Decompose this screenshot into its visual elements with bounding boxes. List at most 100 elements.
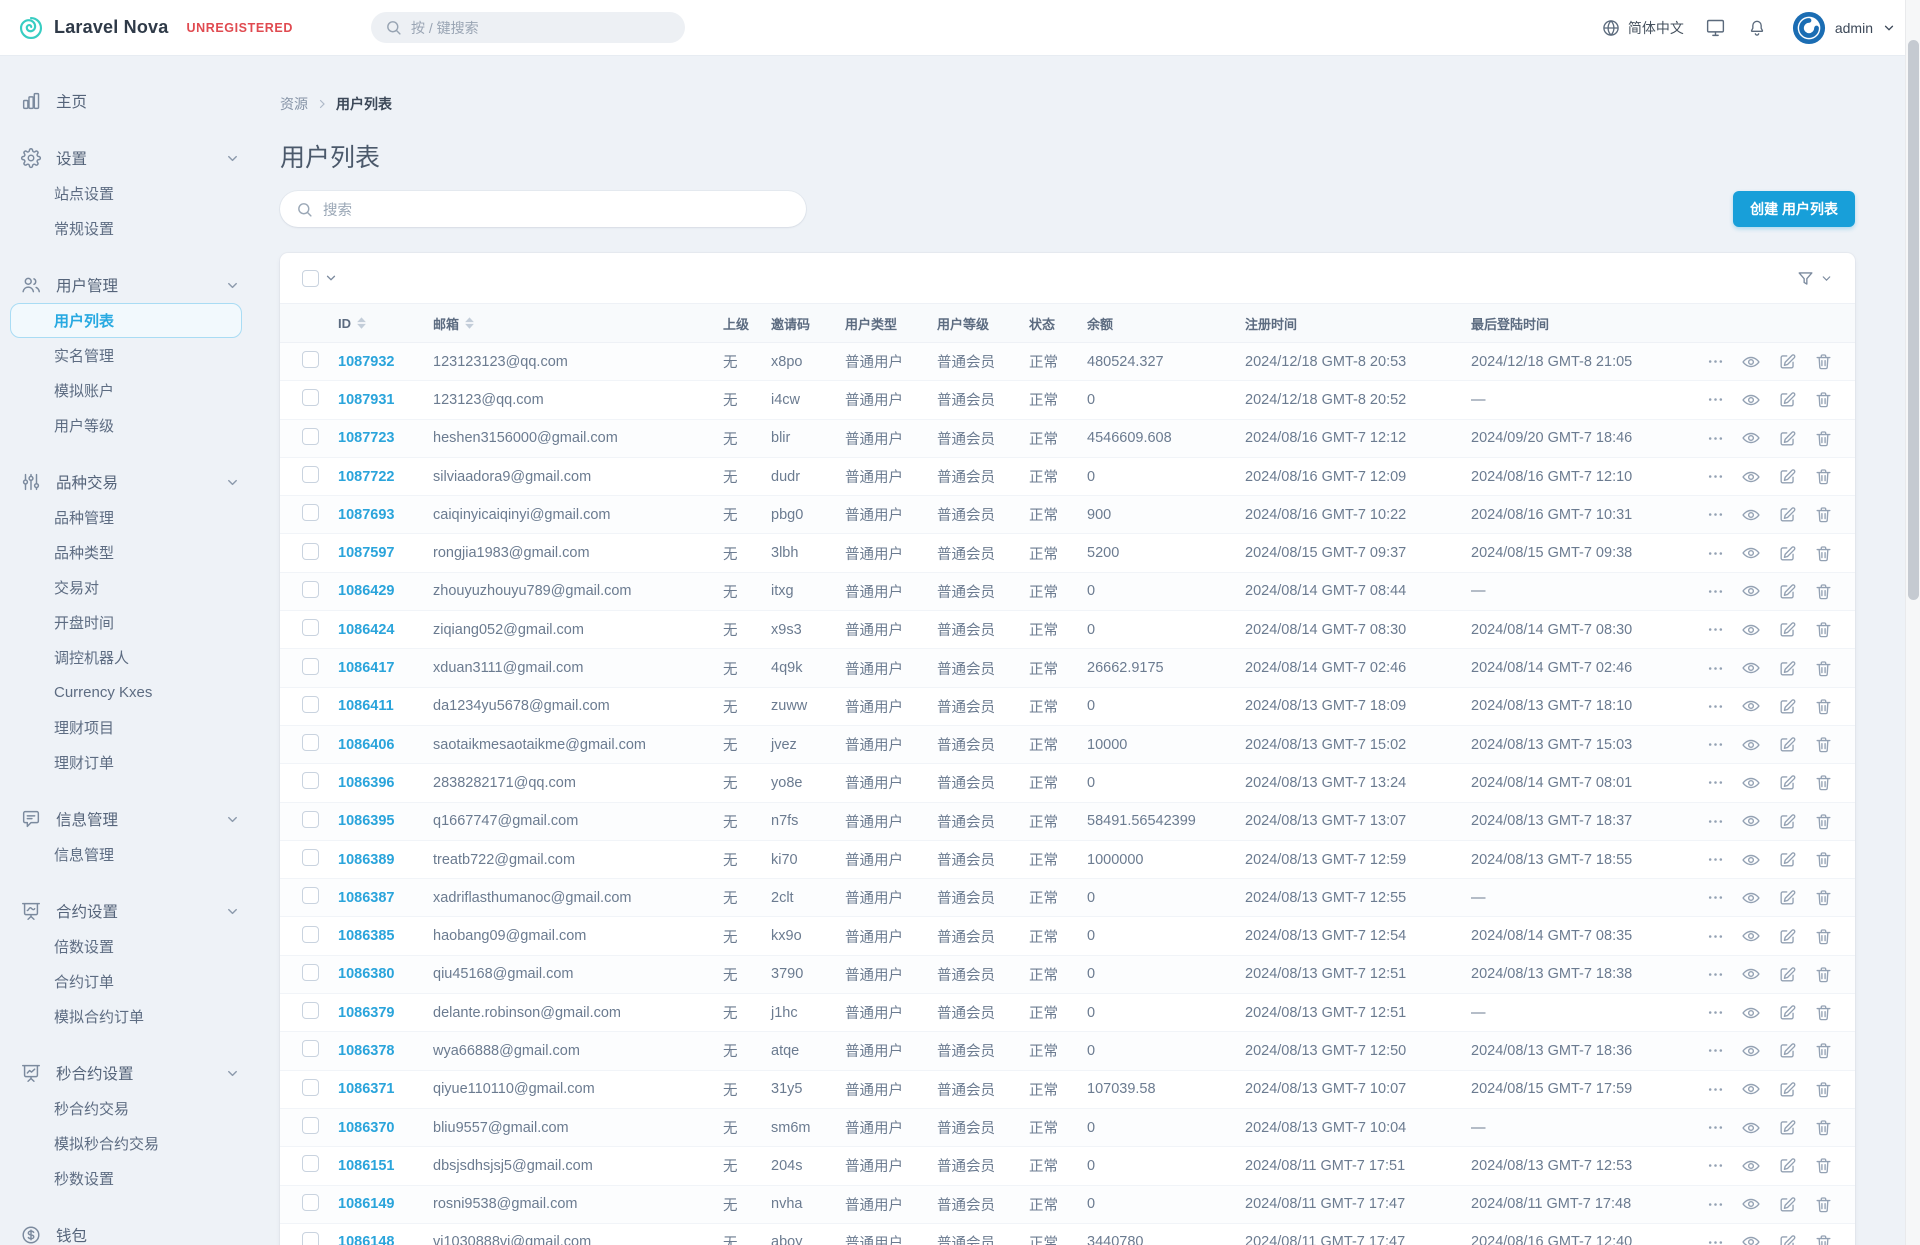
row-view-button[interactable] <box>1741 1118 1761 1138</box>
sidebar-item[interactable]: 模拟秒合约交易 <box>10 1126 242 1161</box>
sidebar-item[interactable]: 理财订单 <box>10 745 242 780</box>
row-checkbox[interactable] <box>302 734 319 752</box>
row-delete-button[interactable] <box>1814 1156 1833 1175</box>
scrollbar-thumb[interactable] <box>1908 40 1919 600</box>
sidebar-item[interactable]: 调控机器人 <box>10 640 242 675</box>
row-more-button[interactable] <box>1707 353 1724 370</box>
sidebar-item[interactable]: 品种类型 <box>10 535 242 570</box>
row-delete-button[interactable] <box>1814 390 1833 409</box>
monitor-icon[interactable] <box>1705 17 1726 38</box>
row-checkbox[interactable] <box>302 427 319 445</box>
row-delete-button[interactable] <box>1814 1080 1833 1099</box>
row-more-button[interactable] <box>1707 1196 1724 1213</box>
row-checkbox[interactable] <box>302 657 319 675</box>
row-delete-button[interactable] <box>1814 1118 1833 1137</box>
row-more-button[interactable] <box>1707 698 1724 715</box>
row-more-button[interactable] <box>1707 813 1724 830</box>
row-delete-button[interactable] <box>1814 927 1833 946</box>
row-edit-button[interactable] <box>1778 544 1797 563</box>
row-id-link[interactable]: 1086370 <box>338 1120 394 1136</box>
row-id-link[interactable]: 1086378 <box>338 1043 394 1059</box>
sidebar-item[interactable]: 理财项目 <box>10 710 242 745</box>
sidebar-group-4[interactable]: 信息管理 <box>0 801 256 837</box>
row-edit-button[interactable] <box>1778 582 1797 601</box>
select-all-checkbox[interactable] <box>302 269 319 287</box>
row-more-button[interactable] <box>1707 774 1724 791</box>
row-view-button[interactable] <box>1741 543 1761 563</box>
row-delete-button[interactable] <box>1814 429 1833 448</box>
row-view-button[interactable] <box>1741 773 1761 793</box>
row-view-button[interactable] <box>1741 390 1761 410</box>
select-actions-chevron-icon[interactable] <box>324 271 338 285</box>
sidebar-group-6[interactable]: 秒合约设置 <box>0 1055 256 1091</box>
row-view-button[interactable] <box>1741 888 1761 908</box>
row-checkbox[interactable] <box>302 925 319 943</box>
row-edit-button[interactable] <box>1778 429 1797 448</box>
row-edit-button[interactable] <box>1778 505 1797 524</box>
row-view-button[interactable] <box>1741 1079 1761 1099</box>
row-view-button[interactable] <box>1741 850 1761 870</box>
row-id-link[interactable]: 1086387 <box>338 890 394 906</box>
row-edit-button[interactable] <box>1778 812 1797 831</box>
row-checkbox[interactable] <box>302 1155 319 1173</box>
row-more-button[interactable] <box>1707 430 1724 447</box>
row-delete-button[interactable] <box>1814 1233 1833 1245</box>
row-more-button[interactable] <box>1707 889 1724 906</box>
row-id-link[interactable]: 1086395 <box>338 813 394 829</box>
row-more-button[interactable] <box>1707 1081 1724 1098</box>
global-search-input[interactable]: 按 / 键搜索 <box>371 12 685 43</box>
row-checkbox[interactable] <box>302 1078 319 1096</box>
sidebar-group-7[interactable]: 钱包 <box>0 1217 256 1245</box>
row-delete-button[interactable] <box>1814 697 1833 716</box>
row-delete-button[interactable] <box>1814 352 1833 371</box>
column-header[interactable]: ID <box>330 316 425 331</box>
row-edit-button[interactable] <box>1778 467 1797 486</box>
row-edit-button[interactable] <box>1778 659 1797 678</box>
row-id-link[interactable]: 1087723 <box>338 430 394 446</box>
row-checkbox[interactable] <box>302 887 319 905</box>
row-delete-button[interactable] <box>1814 467 1833 486</box>
row-more-button[interactable] <box>1707 1004 1724 1021</box>
row-edit-button[interactable] <box>1778 850 1797 869</box>
row-id-link[interactable]: 1086424 <box>338 622 394 638</box>
row-delete-button[interactable] <box>1814 659 1833 678</box>
row-id-link[interactable]: 1086396 <box>338 775 394 791</box>
row-edit-button[interactable] <box>1778 735 1797 754</box>
row-view-button[interactable] <box>1741 467 1761 487</box>
row-id-link[interactable]: 1087931 <box>338 392 394 408</box>
row-checkbox[interactable] <box>302 389 319 407</box>
row-delete-button[interactable] <box>1814 620 1833 639</box>
row-more-button[interactable] <box>1707 660 1724 677</box>
row-more-button[interactable] <box>1707 966 1724 983</box>
sidebar-item[interactable]: 秒数设置 <box>10 1161 242 1196</box>
sidebar-item[interactable]: 开盘时间 <box>10 605 242 640</box>
sidebar-item[interactable]: 倍数设置 <box>10 929 242 964</box>
row-view-button[interactable] <box>1741 1194 1761 1214</box>
row-checkbox[interactable] <box>302 1231 319 1245</box>
row-delete-button[interactable] <box>1814 773 1833 792</box>
row-id-link[interactable]: 1087597 <box>338 545 394 561</box>
row-id-link[interactable]: 1086148 <box>338 1234 394 1245</box>
row-id-link[interactable]: 1086151 <box>338 1158 394 1174</box>
sidebar-group-3[interactable]: 品种交易 <box>0 464 256 500</box>
row-view-button[interactable] <box>1741 811 1761 831</box>
row-checkbox[interactable] <box>302 619 319 637</box>
row-id-link[interactable]: 1086149 <box>338 1196 394 1212</box>
create-resource-button[interactable]: 创建 用户列表 <box>1733 191 1855 227</box>
row-id-link[interactable]: 1086411 <box>338 698 394 714</box>
row-id-link[interactable]: 1086371 <box>338 1081 394 1097</box>
breadcrumb-root[interactable]: 资源 <box>280 94 308 114</box>
row-id-link[interactable]: 1086406 <box>338 737 394 753</box>
row-more-button[interactable] <box>1707 928 1724 945</box>
sidebar-item[interactable]: 模拟合约订单 <box>10 999 242 1034</box>
row-delete-button[interactable] <box>1814 582 1833 601</box>
row-view-button[interactable] <box>1741 428 1761 448</box>
row-view-button[interactable] <box>1741 352 1761 372</box>
sort-toggle-icon[interactable] <box>355 316 368 330</box>
sidebar-item[interactable]: 品种管理 <box>10 500 242 535</box>
row-view-button[interactable] <box>1741 505 1761 525</box>
row-view-button[interactable] <box>1741 735 1761 755</box>
resource-search-input[interactable]: 搜索 <box>280 191 806 227</box>
row-id-link[interactable]: 1086380 <box>338 966 394 982</box>
row-more-button[interactable] <box>1707 391 1724 408</box>
